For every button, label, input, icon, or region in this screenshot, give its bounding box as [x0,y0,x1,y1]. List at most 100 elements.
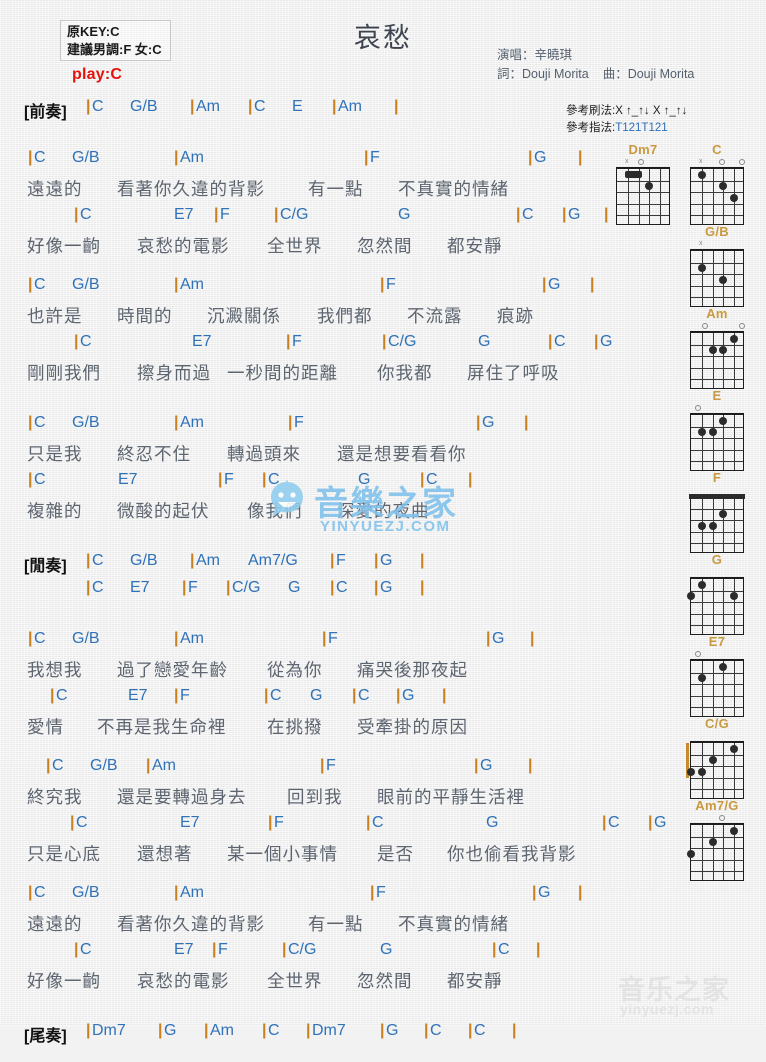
open-string-markers: x [616,158,670,167]
chord-symbol: Am [180,630,204,647]
fret-line [691,180,743,182]
finger-dot [719,416,728,425]
chord-symbol: C [554,333,566,350]
bar-marker: | [28,884,33,901]
bar-marker: | [424,1022,429,1039]
chord-symbol: C [80,333,92,350]
chord-symbol: Am [180,414,204,431]
chord-symbol: C/G [388,333,417,350]
chord-diagram: E [690,388,744,471]
open-string-icon [695,405,701,411]
fret-line [691,613,743,615]
chord-line: [尾奏] | Dm7 | G | Am | C | Dm7 | G | C | C | [0,1022,640,1049]
bar-marker: | [50,687,55,704]
lyric-line: 我想我 過了戀愛年齡 從為你 痛哭後那夜起 [0,657,640,687]
fret-line [691,766,743,768]
fret-line [691,192,743,194]
chord-symbol: E7 [192,333,212,350]
chord-diagram: F [689,470,745,553]
bar-marker: | [370,884,375,901]
chord-symbol: C [474,1022,486,1039]
section-block: [前奏] | C G/B | Am | C E | Am | [0,98,640,149]
lyric-text: 屏住了呼吸 [467,363,560,383]
fretboard-wrap [690,167,744,225]
chord-symbol: G [600,333,613,350]
chord-symbol: C [372,814,384,831]
fret-line [691,625,743,627]
bar-marker: | [86,1022,91,1039]
finger-dot [730,334,739,343]
bar-marker: | [420,471,425,488]
finger-dot [719,276,728,284]
chord-symbol: F [326,757,336,774]
bar-marker: | [214,206,219,223]
bar-marker: | [262,1022,267,1039]
bar-marker: | [578,149,583,166]
lyric-text: 還是想要看看你 [337,444,467,464]
fret-line [691,449,743,451]
chord-line: | C G/B | Am | F | G | [0,149,640,176]
chord-symbol: Am [196,552,220,569]
bar-marker: | [474,757,479,774]
chord-symbol: Dm7 [92,1022,126,1039]
open-string-icon [695,651,701,657]
lyric-text: 有一點 [308,914,364,934]
bar-marker: | [28,149,33,166]
chord-symbol: F [188,579,198,596]
chord-symbol: G [164,1022,177,1039]
chord-symbol: G [538,884,551,901]
chord-symbol: E7 [180,814,200,831]
chord-symbol: G [548,276,561,293]
finger-dot [697,264,706,273]
chord-symbol: C [358,687,370,704]
chord-symbol: F [220,206,230,223]
lyric-line: 遠遠的 看著你久違的背影 有一點 不真實的情緒 [0,911,640,941]
finger-dot [708,756,717,765]
chord-symbol: G/B [72,630,100,647]
chord-symbol: F [224,471,234,488]
lyric-text: 痕跡 [497,306,534,326]
bar-marker: | [374,552,379,569]
fretboard-wrap [690,331,744,389]
bar-marker: | [282,941,287,958]
lyric-text: 是否 [377,844,414,864]
chord-symbol: F [274,814,284,831]
bar-marker: | [268,814,273,831]
chord-diagram: G/B x [690,224,744,307]
fret-line [691,531,743,533]
finger-dot [697,674,706,683]
chord-symbol: G [568,206,581,223]
finger-dot [730,826,739,835]
chord-diagram-name: G [711,552,723,567]
open-string-markers: x [690,240,744,249]
bar-marker: | [28,630,33,647]
finger-dot [708,346,717,355]
chord-symbol: G [486,814,499,831]
fret-line [691,707,743,709]
finger-dot [730,744,739,753]
chord-symbol: C [34,414,46,431]
fretboard-wrap [690,249,744,307]
bar-marker: | [74,206,79,223]
fret-line [691,602,743,604]
finger-dot [719,182,728,191]
lyric-text: 複雜的 [27,501,83,521]
bar-marker: | [86,579,91,596]
lyric-text: 遠遠的 [27,179,83,199]
chord-diagram: G [687,552,744,635]
chord-line: | C E7 | F | C/G G | C | G | [0,579,640,606]
lyric-line: 只是我 終忍不住 轉過頭來 還是想要看看你 [0,441,640,471]
chord-symbol: G [480,757,493,774]
bar-marker: | [74,941,79,958]
fret-line [691,344,743,346]
chord-line: | C G/B | Am | F | G | [0,630,640,657]
bar-marker: | [648,814,653,831]
chord-symbol: C [76,814,88,831]
chord-symbol: E7 [174,206,194,223]
lyric-line: 只是心底 還想著 某一個小事情 是否 你也偷看我背影 [0,841,640,871]
open-string-markers [690,732,744,741]
open-string-icon [638,159,644,165]
bar-marker: | [182,579,187,596]
